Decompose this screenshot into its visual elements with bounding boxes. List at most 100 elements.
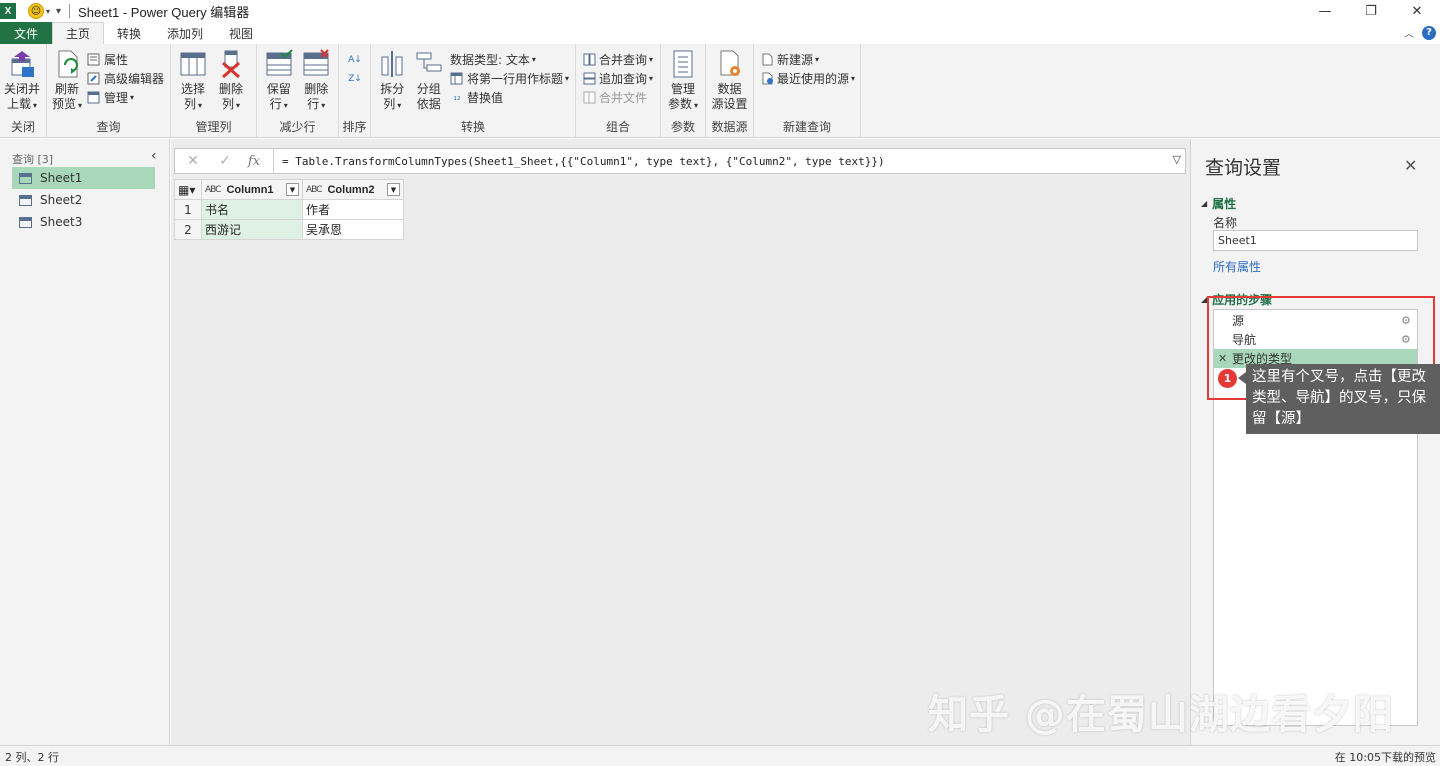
group-new-query: 新建源 ▾ 最近使用的源 ▾ 新建查询 xyxy=(754,44,861,138)
query-settings-title: 查询设置 xyxy=(1205,157,1282,179)
confirm-formula-icon[interactable]: ✓ xyxy=(211,153,239,169)
close-settings-icon[interactable]: ✕ xyxy=(1404,156,1417,175)
ribbon-tabs: 文件 主页 转换 添加列 视图 ︿ ? xyxy=(0,22,1440,44)
group-label-reduce-rows: 减少行 xyxy=(279,120,316,134)
group-label-close: 关闭 xyxy=(10,120,35,134)
queries-panel: 查询 [3] ‹ Sheet1 Sheet2 Sheet3 xyxy=(0,139,170,745)
replace-values-button[interactable]: ₁₂ 替换值 xyxy=(450,88,569,107)
sort-ascending-button[interactable]: A↓ xyxy=(348,50,365,69)
advanced-editor-icon xyxy=(87,72,101,86)
queries-header: 查询 [3] xyxy=(12,153,54,166)
manage-query-button[interactable]: 管理 ▾ xyxy=(87,88,164,107)
query-item-sheet2[interactable]: Sheet2 xyxy=(12,189,155,211)
manage-query-icon xyxy=(87,91,101,105)
table-icon xyxy=(19,216,32,228)
group-parameters: 管理 参数 ▾ 参数 xyxy=(661,44,706,138)
column-header-column1[interactable]: ABC Column1 ▼ xyxy=(201,179,303,200)
close-window-button[interactable]: ✕ xyxy=(1394,0,1440,22)
text-type-icon[interactable]: ABC xyxy=(306,185,323,195)
annotation-callout: 这里有个叉号，点击【更改类型、导航】的叉号，只保留【源】 xyxy=(1238,364,1440,434)
merge-queries-button[interactable]: 合并查询 ▾ xyxy=(582,50,653,69)
cancel-formula-icon[interactable]: ✕ xyxy=(175,153,211,169)
group-label-new-query: 新建查询 xyxy=(782,120,831,134)
column-filter-dropdown[interactable]: ▼ xyxy=(387,183,400,196)
refresh-icon xyxy=(52,48,82,80)
replace-values-icon: ₁₂ xyxy=(453,92,461,103)
query-name-input[interactable]: Sheet1 xyxy=(1213,230,1418,251)
close-and-load-icon xyxy=(7,48,37,80)
group-manage-columns: 选择 列 ▾ 删除 列 ▾ 管理列 xyxy=(171,44,257,138)
group-combine: 合并查询 ▾ 追加查询 ▾ 合并文件 组合 xyxy=(576,44,661,138)
window-controls: — ❐ ✕ xyxy=(1302,0,1440,22)
advanced-editor-button[interactable]: 高级编辑器 xyxy=(87,69,164,88)
keep-rows-icon xyxy=(264,48,294,80)
group-transform: 拆分 列 ▾ 分组 依据 数据类型: 文本 ▾ 将第一行用作标题 ▾ ₁₂ 替换值 转换 xyxy=(371,44,576,138)
row-number: 2 xyxy=(174,219,202,240)
table-icon xyxy=(19,172,32,184)
collapse-ribbon-icon[interactable]: ︿ xyxy=(1404,25,1414,40)
append-queries-icon xyxy=(582,72,596,86)
properties-button[interactable]: 属性 xyxy=(87,50,164,69)
table-menu-icon[interactable]: ▦▾ xyxy=(174,179,202,200)
group-label-data-source: 数据源 xyxy=(711,120,748,134)
text-type-icon[interactable]: ABC xyxy=(205,185,222,195)
group-label-query: 查询 xyxy=(96,120,121,134)
excel-logo-icon: X xyxy=(0,3,16,19)
new-source-button[interactable]: 新建源 ▾ xyxy=(760,50,855,69)
collapse-triangle-icon: ◢ xyxy=(1201,199,1208,208)
table-cell[interactable]: 吴承恩 xyxy=(302,219,404,240)
remove-columns-icon xyxy=(216,48,246,80)
table-cell[interactable]: 作者 xyxy=(302,199,404,220)
restore-button[interactable]: ❐ xyxy=(1348,0,1394,22)
column-header-column2[interactable]: ABC Column2 ▼ xyxy=(302,179,404,200)
all-properties-link[interactable]: 所有属性 xyxy=(1213,258,1261,275)
window-title: Sheet1 - Power Query 编辑器 xyxy=(78,4,250,20)
tab-transform[interactable]: 转换 xyxy=(104,22,154,44)
collapse-queries-icon[interactable]: ‹ xyxy=(151,148,157,164)
use-first-row-as-headers-button[interactable]: 将第一行用作标题 ▾ xyxy=(450,69,569,88)
feedback-smiley-icon[interactable]: ☺ xyxy=(28,3,44,19)
sort-descending-button[interactable]: Z↓ xyxy=(348,69,365,88)
tab-home[interactable]: 主页 xyxy=(52,22,105,44)
status-bar: 2 列、2 行 在 10:05下载的预览 xyxy=(0,745,1440,766)
table-cell[interactable]: 书名 xyxy=(201,199,303,220)
group-label-sort: 排序 xyxy=(342,120,367,134)
minimize-button[interactable]: — xyxy=(1302,0,1348,22)
data-type-dropdown[interactable]: 数据类型: 文本 ▾ xyxy=(450,50,569,69)
expand-formula-icon[interactable]: ▽ xyxy=(1173,153,1181,166)
properties-section[interactable]: ◢ 属性 xyxy=(1201,195,1236,212)
help-icon[interactable]: ? xyxy=(1422,25,1436,40)
combine-files-button[interactable]: 合并文件 xyxy=(582,88,653,107)
ribbon: 关闭并 上载 ▾ 关闭 刷新 预览 ▾ 属性 高级编辑器 管理 ▾ 查询 选择 列 ▾ xyxy=(0,44,1440,138)
row-number: 1 xyxy=(174,199,202,220)
query-item-sheet1[interactable]: Sheet1 xyxy=(12,167,155,189)
name-label: 名称 xyxy=(1213,216,1238,230)
query-item-sheet3[interactable]: Sheet3 xyxy=(12,211,155,233)
group-sort: A↓ Z↓ 排序 xyxy=(339,44,371,138)
fx-icon[interactable]: fx xyxy=(239,154,269,169)
data-source-settings-icon xyxy=(715,48,745,80)
formula-bar: ✕ ✓ fx = Table.TransformColumnTypes(Shee… xyxy=(174,148,1186,174)
append-queries-button[interactable]: 追加查询 ▾ xyxy=(582,69,653,88)
group-data-source: 数据 源设置 数据源 xyxy=(706,44,754,138)
table-cell[interactable]: 西游记 xyxy=(201,219,303,240)
recent-sources-icon xyxy=(760,72,774,86)
annotation-number-badge: 1 xyxy=(1218,369,1237,388)
merge-queries-icon xyxy=(582,53,596,67)
data-preview-area: ✕ ✓ fx = Table.TransformColumnTypes(Shee… xyxy=(171,139,1190,745)
tab-file[interactable]: 文件 xyxy=(0,22,52,44)
split-column-icon xyxy=(377,48,407,80)
tab-view[interactable]: 视图 xyxy=(216,22,266,44)
table-row: 2 西游记 吴承恩 xyxy=(174,219,404,240)
title-bar: X ☺ ▾ ▾ Sheet1 - Power Query 编辑器 — ❐ ✕ xyxy=(0,0,1440,22)
table-row: 1 书名 作者 xyxy=(174,199,404,220)
column-filter-dropdown[interactable]: ▼ xyxy=(286,183,299,196)
manage-parameters-icon xyxy=(668,48,698,80)
recent-sources-button[interactable]: 最近使用的源 ▾ xyxy=(760,69,855,88)
new-source-icon xyxy=(760,53,774,67)
formula-input[interactable]: = Table.TransformColumnTypes(Sheet1_Shee… xyxy=(282,155,885,168)
choose-columns-icon xyxy=(178,48,208,80)
tab-add-column[interactable]: 添加列 xyxy=(154,22,216,44)
smiley-dropdown-icon[interactable]: ▾ xyxy=(46,7,50,16)
customize-quick-access-icon[interactable]: ▾ xyxy=(56,6,61,17)
